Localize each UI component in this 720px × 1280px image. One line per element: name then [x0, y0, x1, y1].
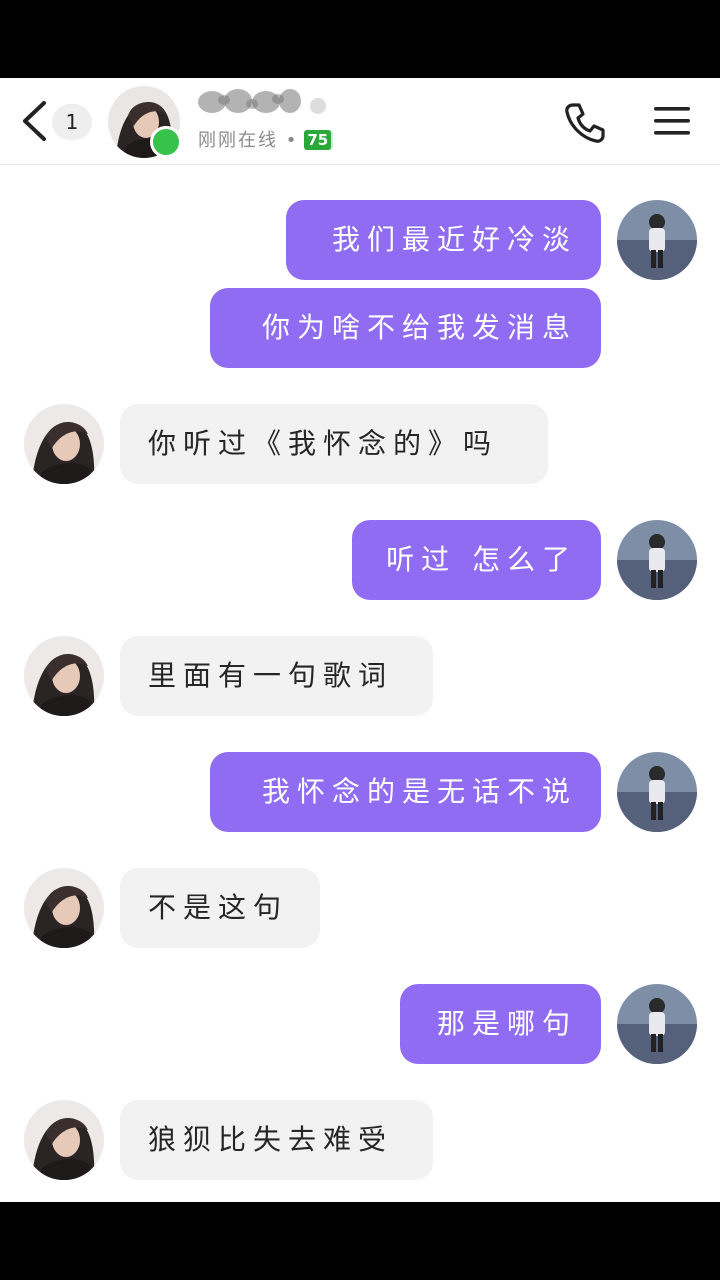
- outgoing-message[interactable]: 我怀念的是无话不说: [210, 752, 601, 832]
- contact-message-avatar[interactable]: [24, 868, 104, 948]
- outgoing-message[interactable]: 你为啥不给我发消息: [210, 288, 601, 368]
- chat-header: 1 刚刚在线 • 75: [0, 78, 720, 165]
- last-seen-text: 刚刚在线 •: [198, 130, 299, 151]
- contact-name-obscured: [194, 84, 344, 120]
- unread-count-badge: 1: [52, 104, 92, 140]
- my-avatar[interactable]: [617, 200, 697, 280]
- incoming-message[interactable]: 里面有一句歌词: [120, 636, 433, 716]
- incoming-message[interactable]: 不是这句: [120, 868, 320, 948]
- my-avatar[interactable]: [617, 984, 697, 1064]
- contact-message-avatar[interactable]: [24, 636, 104, 716]
- menu-icon: [654, 107, 690, 135]
- online-status-dot: [150, 126, 182, 158]
- call-button[interactable]: [562, 100, 608, 146]
- outgoing-message[interactable]: 听过 怎么了: [352, 520, 601, 600]
- contact-status: 刚刚在线 • 75: [198, 126, 332, 156]
- my-avatar[interactable]: [617, 752, 697, 832]
- phone-icon: [565, 103, 605, 143]
- back-button[interactable]: [18, 100, 54, 142]
- contact-message-avatar[interactable]: [24, 404, 104, 484]
- outgoing-message[interactable]: 我们最近好冷淡: [286, 200, 601, 280]
- my-avatar[interactable]: [617, 520, 697, 600]
- outgoing-message[interactable]: 那是哪句: [400, 984, 601, 1064]
- level-badge: 75: [304, 130, 332, 150]
- incoming-message[interactable]: 狼狈比失去难受: [120, 1100, 433, 1180]
- chat-screen: 1 刚刚在线 • 75 我们最近好冷淡 你为啥不给我发消息 你听过《我怀念的》吗…: [0, 78, 720, 1202]
- more-menu-button[interactable]: [652, 104, 692, 138]
- contact-message-avatar[interactable]: [24, 1100, 104, 1180]
- incoming-message[interactable]: 你听过《我怀念的》吗: [120, 404, 548, 484]
- back-icon: [23, 101, 46, 141]
